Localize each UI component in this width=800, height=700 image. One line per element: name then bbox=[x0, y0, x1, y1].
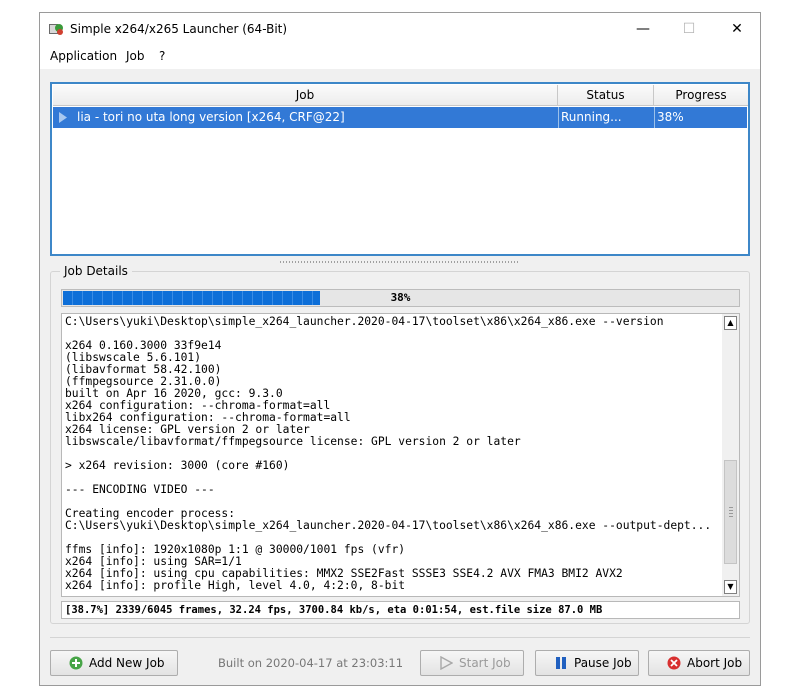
menu-bar: Application Job ? bbox=[40, 45, 760, 69]
build-info: Built on 2020-04-17 at 23:03:11 bbox=[218, 656, 404, 670]
log-line: C:\Users\yuki\Desktop\simple_x264_launch… bbox=[65, 520, 712, 532]
scroll-up-button[interactable]: ▲ bbox=[724, 316, 737, 330]
log-line: > x264 revision: 3000 (core #160) bbox=[65, 460, 290, 472]
footer-divider bbox=[50, 637, 750, 638]
add-icon bbox=[69, 656, 83, 670]
log-line: libswscale/libavformat/ffmpegsource lice… bbox=[65, 436, 521, 448]
cell-divider bbox=[558, 107, 559, 128]
log-line: ffms [info]: 1920x1080p 1:1 @ 30000/1001… bbox=[65, 544, 406, 556]
title-bar[interactable]: Simple x264/x265 Launcher (64-Bit) — ☐ ✕ bbox=[40, 13, 760, 45]
log-line: built on Apr 16 2020, gcc: 9.3.0 bbox=[65, 388, 283, 400]
encode-status-line: [38.7%] 2339/6045 frames, 32.24 fps, 370… bbox=[61, 601, 740, 619]
log-line: Creating encoder process: bbox=[65, 508, 236, 520]
log-line: x264 [info]: using SAR=1/1 bbox=[65, 556, 242, 568]
menu-application[interactable]: Application bbox=[50, 49, 117, 63]
log-line: (ffmpegsource 2.31.0.0) bbox=[65, 376, 222, 388]
pause-job-button[interactable]: Pause Job bbox=[535, 650, 639, 676]
log-lines: C:\Users\yuki\Desktop\simple_x264_launch… bbox=[65, 316, 721, 592]
play-state-icon bbox=[59, 112, 67, 123]
job-progress-cell: 38% bbox=[657, 110, 684, 124]
app-window: Simple x264/x265 Launcher (64-Bit) — ☐ ✕… bbox=[39, 12, 761, 686]
progress-label: 38% bbox=[390, 291, 411, 304]
log-line: (libavformat 58.42.100) bbox=[65, 364, 222, 376]
log-line: x264 [info]: using cpu capabilities: MMX… bbox=[65, 568, 623, 580]
log-line: x264 configuration: --chroma-format=all bbox=[65, 400, 331, 412]
log-line: (libswscale 5.6.101) bbox=[65, 352, 202, 364]
start-job-label: Start Job bbox=[459, 656, 511, 670]
column-header-job[interactable]: Job bbox=[53, 85, 558, 106]
log-line: x264 license: GPL version 2 or later bbox=[65, 424, 310, 436]
close-button[interactable]: ✕ bbox=[714, 13, 760, 45]
pause-icon bbox=[556, 657, 566, 669]
log-line: x264 [info]: profile High, level 4.0, 4:… bbox=[65, 580, 406, 592]
job-name-cell: lia - tori no uta long version [x264, CR… bbox=[77, 110, 345, 124]
abort-job-label: Abort Job bbox=[687, 656, 743, 670]
job-table[interactable]: Job Status Progress lia - tori no uta lo… bbox=[50, 82, 750, 256]
scroll-down-button[interactable]: ▼ bbox=[724, 580, 737, 594]
log-output[interactable]: C:\Users\yuki\Desktop\simple_x264_launch… bbox=[61, 313, 740, 597]
column-header-status[interactable]: Status bbox=[558, 85, 654, 106]
log-line: --- ENCODING VIDEO --- bbox=[65, 484, 215, 496]
app-icon bbox=[49, 24, 63, 35]
maximize-button[interactable]: ☐ bbox=[666, 13, 712, 45]
window-title: Simple x264/x265 Launcher (64-Bit) bbox=[70, 22, 288, 36]
cell-divider bbox=[654, 107, 655, 128]
stop-icon bbox=[667, 656, 681, 670]
menu-help[interactable]: ? bbox=[159, 49, 165, 63]
splitter-handle[interactable] bbox=[280, 261, 520, 263]
scroll-thumb[interactable] bbox=[724, 460, 737, 564]
log-line: x264 0.160.3000 33f9e14 bbox=[65, 340, 222, 352]
add-new-job-button[interactable]: Add New Job bbox=[50, 650, 178, 676]
job-details-legend: Job Details bbox=[60, 264, 132, 278]
pause-job-label: Pause Job bbox=[574, 656, 632, 670]
job-progress-bar: 38% bbox=[61, 289, 740, 307]
log-line: C:\Users\yuki\Desktop\simple_x264_launch… bbox=[65, 316, 664, 328]
abort-job-button[interactable]: Abort Job bbox=[648, 650, 750, 676]
job-status-cell: Running... bbox=[561, 110, 622, 124]
start-job-button[interactable]: Start Job bbox=[420, 650, 524, 676]
table-row[interactable]: lia - tori no uta long version [x264, CR… bbox=[53, 107, 747, 128]
log-scrollbar[interactable]: ▲ ▼ bbox=[722, 314, 739, 596]
grip-icon bbox=[729, 507, 733, 519]
minimize-button[interactable]: — bbox=[620, 13, 666, 45]
column-header-progress[interactable]: Progress bbox=[654, 85, 748, 106]
add-new-job-label: Add New Job bbox=[89, 656, 165, 670]
menu-job[interactable]: Job bbox=[126, 49, 145, 63]
log-line: libx264 configuration: --chroma-format=a… bbox=[65, 412, 351, 424]
play-icon bbox=[440, 656, 453, 670]
